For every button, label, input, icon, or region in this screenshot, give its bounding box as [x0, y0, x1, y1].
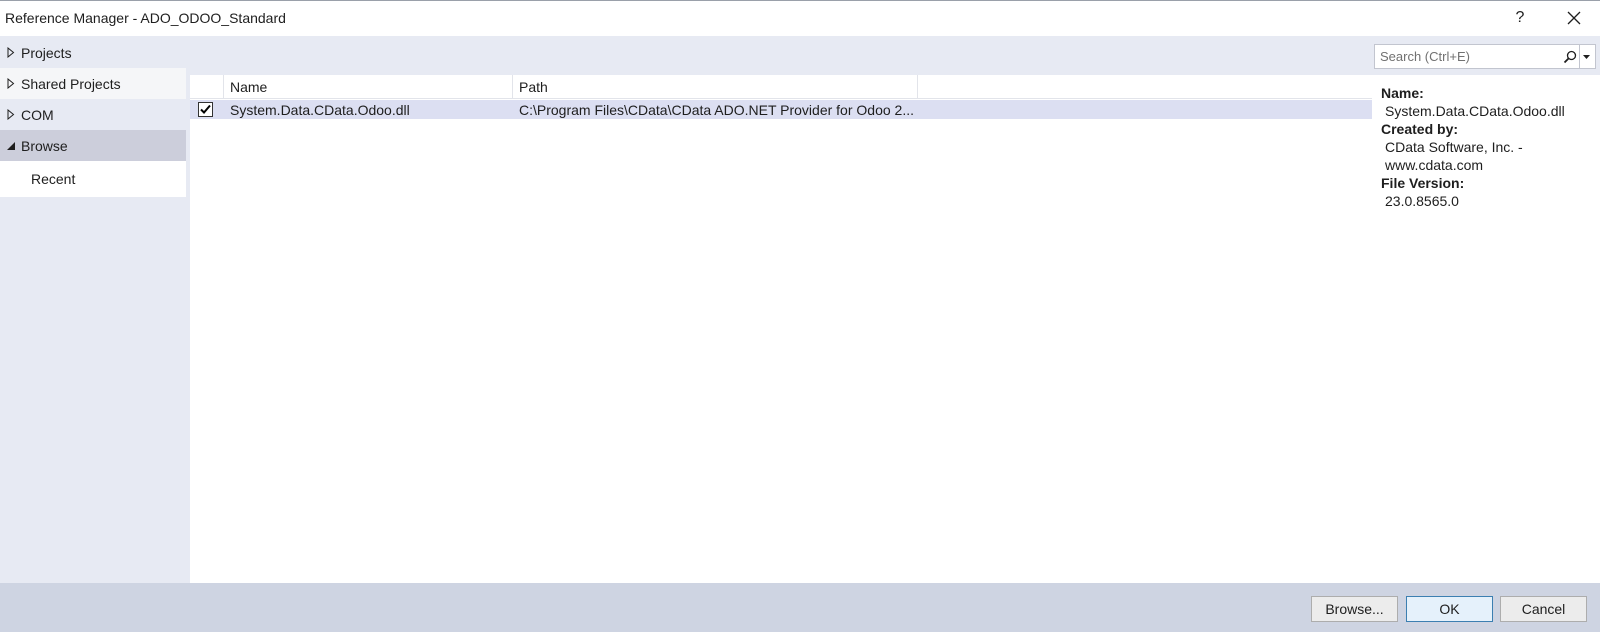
browse-button[interactable]: Browse...: [1311, 596, 1398, 622]
column-header-check[interactable]: [190, 75, 224, 99]
details-pane: Name: System.Data.CData.Odoo.dll Created…: [1372, 75, 1600, 583]
name-value: System.Data.CData.Odoo.dll: [1385, 103, 1565, 119]
row-path: C:\Program Files\CData\CData ADO.NET Pro…: [519, 101, 914, 118]
expand-arrow-icon: [0, 78, 20, 89]
expand-arrow-icon: [0, 109, 20, 120]
search-icon[interactable]: [1561, 45, 1579, 68]
created-by-label: Created by:: [1381, 121, 1459, 137]
file-version-label: File Version:: [1381, 175, 1465, 191]
reference-list: Name Path System.Data.CData.Odoo.dll C:\…: [190, 75, 1372, 583]
nav-item-recent[interactable]: Recent: [0, 161, 186, 197]
cancel-button[interactable]: Cancel: [1500, 596, 1587, 622]
search-input[interactable]: [1375, 45, 1561, 68]
created-by-value-line1: CData Software, Inc. -: [1385, 139, 1523, 155]
reference-checkbox[interactable]: [198, 102, 213, 117]
nav-item-label: COM: [21, 106, 54, 123]
nav-item-shared-projects[interactable]: Shared Projects: [0, 68, 186, 99]
row-check-cell: [198, 100, 216, 119]
reference-manager-dialog: Reference Manager - ADO_ODOO_Standard ? …: [0, 0, 1600, 632]
nav-item-projects[interactable]: Projects: [0, 37, 186, 68]
row-name: System.Data.CData.Odoo.dll: [230, 101, 410, 118]
nav-item-browse[interactable]: Browse: [0, 130, 186, 161]
window-title: Reference Manager - ADO_ODOO_Standard: [5, 10, 286, 26]
list-row[interactable]: System.Data.CData.Odoo.dll C:\Program Fi…: [190, 100, 1372, 119]
nav-item-label: Browse: [21, 137, 68, 154]
close-icon: [1567, 11, 1581, 25]
category-nav: Projects Shared Projects COM Browse Rece…: [0, 37, 186, 583]
search-options-dropdown-icon[interactable]: [1579, 45, 1593, 68]
dialog-footer: Browse... OK Cancel: [0, 583, 1600, 632]
column-header-name[interactable]: Name: [224, 75, 513, 99]
close-button[interactable]: [1556, 5, 1592, 31]
nav-item-com[interactable]: COM: [0, 99, 186, 130]
expand-arrow-icon: [0, 47, 20, 58]
search-box: [1374, 44, 1596, 69]
name-label: Name:: [1381, 85, 1424, 101]
title-bar: Reference Manager - ADO_ODOO_Standard ?: [0, 1, 1600, 36]
checkmark-icon: [200, 104, 211, 114]
list-header: Name Path: [190, 75, 1372, 99]
ok-button[interactable]: OK: [1406, 596, 1493, 622]
column-header-path[interactable]: Path: [513, 75, 918, 99]
file-version-value: 23.0.8565.0: [1385, 193, 1459, 209]
created-by-value-line2: www.cdata.com: [1385, 157, 1484, 173]
nav-item-label: Shared Projects: [21, 75, 121, 92]
help-button[interactable]: ?: [1502, 5, 1538, 31]
nav-item-label: Projects: [21, 44, 72, 61]
collapse-arrow-icon: [0, 141, 20, 151]
nav-item-label: Recent: [31, 171, 76, 187]
